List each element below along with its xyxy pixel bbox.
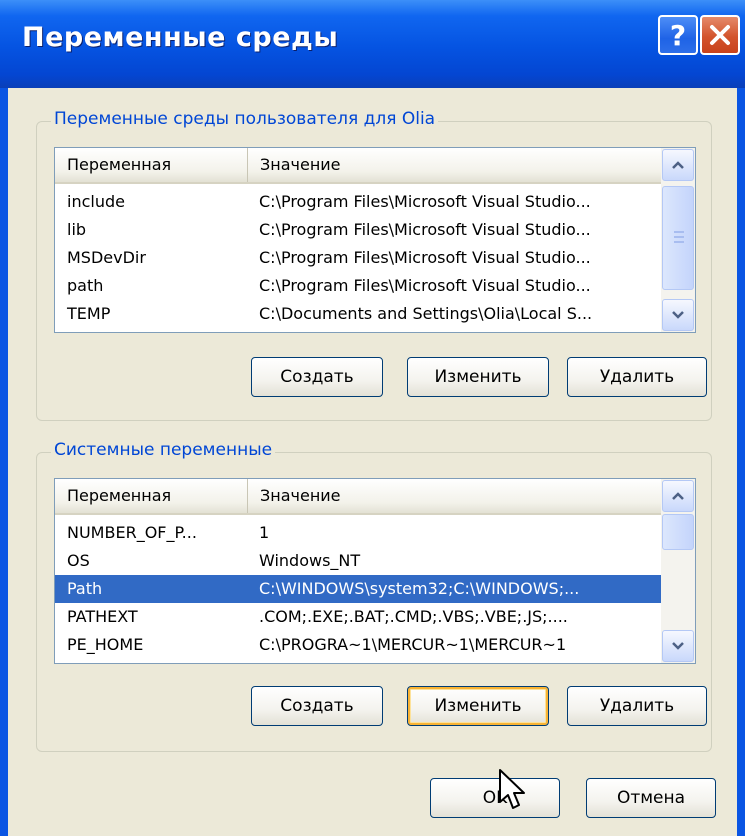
- system-edit-button[interactable]: Изменить: [407, 686, 549, 726]
- variable-value: C:\Documents and Settings\Olia\Local S..…: [259, 304, 593, 323]
- variable-name: lib: [67, 220, 87, 239]
- user-variables-list[interactable]: Переменная Значение include C:\Program F…: [54, 147, 696, 333]
- variable-value: C:\WINDOWS\system32;C:\WINDOWS;...: [259, 579, 580, 598]
- close-icon: [710, 25, 730, 45]
- chevron-down-icon: [672, 311, 684, 319]
- table-row[interactable]: MSDevDir C:\Program Files\Microsoft Visu…: [55, 244, 663, 272]
- table-row-selected[interactable]: Path C:\WINDOWS\system32;C:\WINDOWS;...: [55, 575, 663, 603]
- user-variables-group: Переменные среды пользователя для Olia П…: [36, 109, 712, 421]
- user-edit-button[interactable]: Изменить: [407, 357, 549, 397]
- variable-name: PATHEXT: [67, 607, 138, 626]
- table-row[interactable]: lib C:\Program Files\Microsoft Visual St…: [55, 216, 663, 244]
- variable-value: C:\Program Files\Microsoft Visual Studio…: [259, 248, 591, 267]
- vertical-scrollbar[interactable]: [661, 148, 695, 332]
- variable-name: path: [67, 276, 104, 295]
- environment-variables-dialog: Переменные среды ? Переменные среды поль…: [0, 0, 745, 836]
- list-header: Переменная Значение: [55, 148, 663, 184]
- scroll-thumb[interactable]: [662, 186, 694, 290]
- column-header-variable[interactable]: Переменная: [55, 148, 248, 182]
- ok-button[interactable]: OK: [430, 778, 560, 818]
- scroll-up-button[interactable]: [662, 149, 694, 181]
- variable-name: TEMP: [67, 304, 111, 323]
- variable-name: NUMBER_OF_P...: [67, 523, 197, 542]
- help-icon: ?: [669, 18, 687, 52]
- column-header-value[interactable]: Значение: [248, 148, 663, 182]
- variable-value: Windows_NT: [259, 551, 361, 570]
- table-row[interactable]: PE_HOME C:\PROGRA~1\MERCUR~1\MERCUR~1: [55, 631, 663, 659]
- user-create-button[interactable]: Создать: [251, 357, 383, 397]
- table-row[interactable]: OS Windows_NT: [55, 547, 663, 575]
- variable-value: .COM;.EXE;.BAT;.CMD;.VBS;.VBE;.JS;....: [259, 607, 568, 626]
- variable-value: C:\Program Files\Microsoft Visual Studio…: [259, 220, 591, 239]
- user-variables-group-label: Переменные среды пользователя для Olia: [51, 109, 439, 129]
- table-row[interactable]: TEMP C:\Documents and Settings\Olia\Loca…: [55, 300, 663, 328]
- mouse-pointer-icon: [499, 769, 525, 809]
- vertical-scrollbar[interactable]: [661, 479, 695, 663]
- system-delete-button[interactable]: Удалить: [567, 686, 707, 726]
- window-title: Переменные среды: [22, 22, 339, 53]
- scroll-up-button[interactable]: [662, 480, 694, 512]
- variable-name: MSDevDir: [67, 248, 146, 267]
- variable-value: C:\PROGRA~1\MERCUR~1\MERCUR~1: [259, 635, 567, 654]
- variable-name: Path: [67, 579, 103, 598]
- list-header: Переменная Значение: [55, 479, 663, 515]
- variable-value: 1: [259, 523, 270, 542]
- help-button[interactable]: ?: [658, 15, 698, 55]
- variable-value: C:\Program Files\Microsoft Visual Studio…: [259, 276, 591, 295]
- dialog-client-area: Переменные среды пользователя для Olia П…: [8, 88, 737, 836]
- chevron-up-icon: [672, 492, 684, 500]
- system-variables-list[interactable]: Переменная Значение NUMBER_OF_P... 1 OS …: [54, 478, 696, 664]
- variable-value: C:\Program Files\Microsoft Visual Studio…: [259, 192, 591, 211]
- table-row[interactable]: PATHEXT .COM;.EXE;.BAT;.CMD;.VBS;.VBE;.J…: [55, 603, 663, 631]
- system-variables-group: Системные переменные Переменная Значение…: [36, 440, 712, 752]
- system-create-button[interactable]: Создать: [251, 686, 383, 726]
- scroll-down-button[interactable]: [662, 299, 694, 331]
- table-row[interactable]: include C:\Program Files\Microsoft Visua…: [55, 188, 663, 216]
- scroll-down-button[interactable]: [662, 630, 694, 662]
- variable-name: PE_HOME: [67, 635, 144, 654]
- variable-name: include: [67, 192, 125, 211]
- chevron-up-icon: [672, 161, 684, 169]
- table-row[interactable]: path C:\Program Files\Microsoft Visual S…: [55, 272, 663, 300]
- variable-name: OS: [67, 551, 90, 570]
- system-variables-group-label: Системные переменные: [51, 440, 276, 460]
- column-header-variable[interactable]: Переменная: [55, 479, 248, 513]
- cancel-button[interactable]: Отмена: [586, 778, 716, 818]
- close-button[interactable]: [700, 15, 740, 55]
- table-row[interactable]: NUMBER_OF_P... 1: [55, 519, 663, 547]
- scroll-thumb[interactable]: [662, 514, 694, 550]
- column-header-value[interactable]: Значение: [248, 479, 663, 513]
- title-bar[interactable]: Переменные среды ?: [0, 0, 745, 88]
- user-delete-button[interactable]: Удалить: [567, 357, 707, 397]
- chevron-down-icon: [672, 642, 684, 650]
